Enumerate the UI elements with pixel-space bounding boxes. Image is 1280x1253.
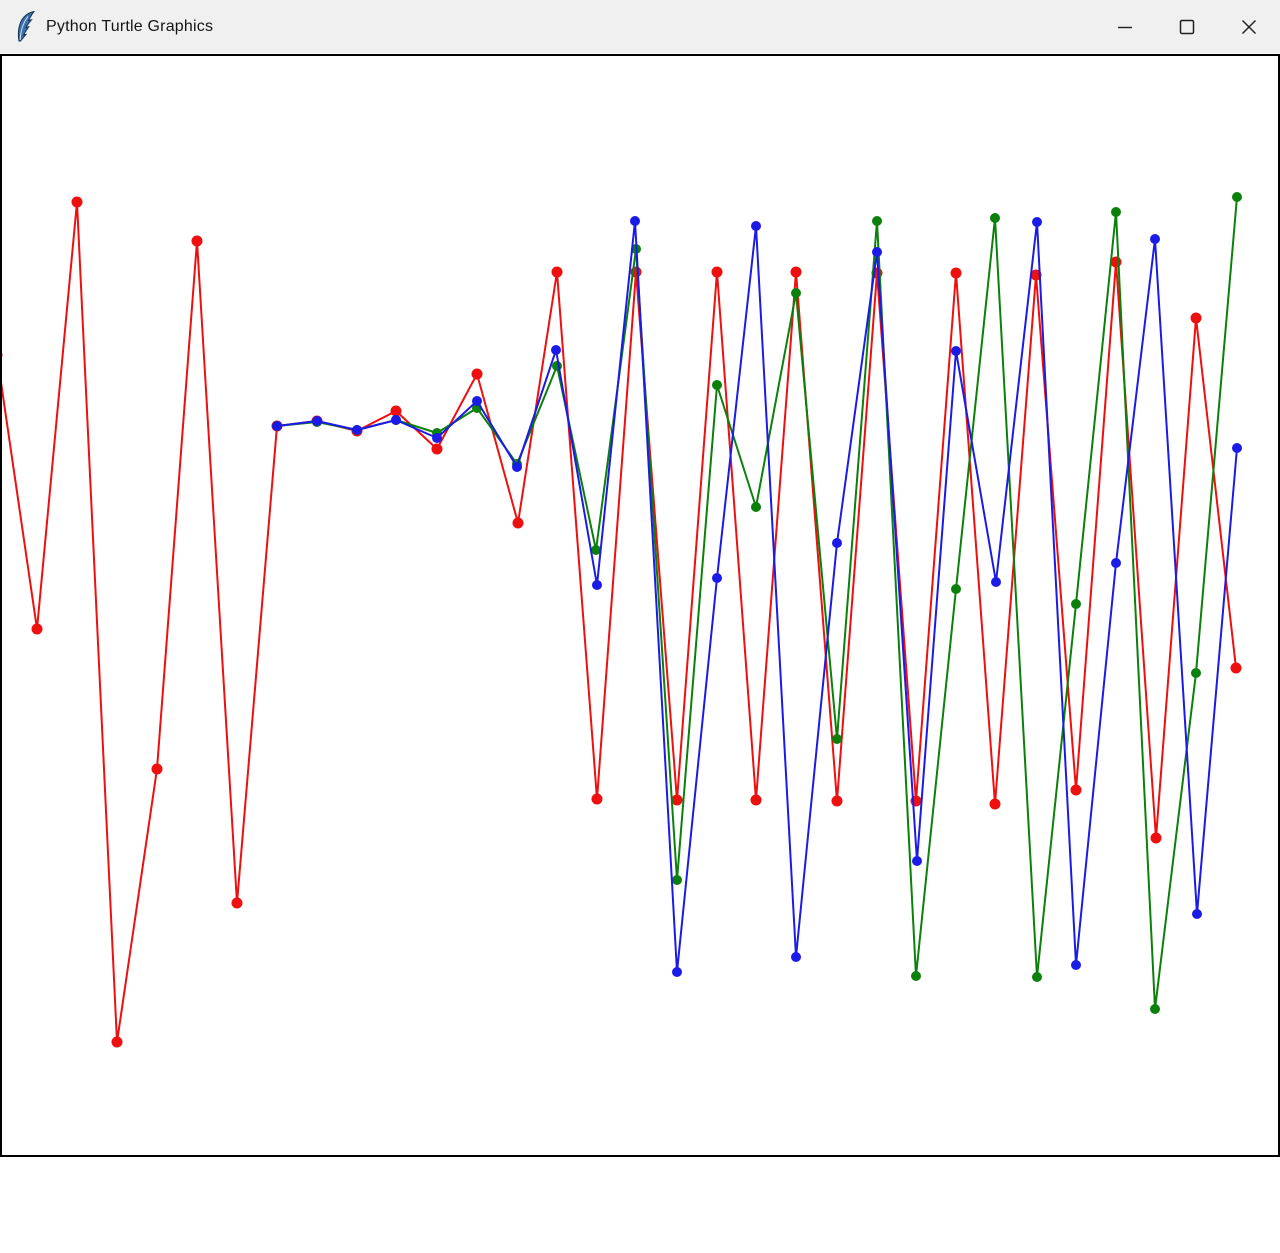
series-blue-marker — [1192, 909, 1202, 919]
series-blue-marker — [630, 216, 640, 226]
turtle-canvas-frame — [0, 54, 1280, 1157]
series-red-marker — [391, 406, 402, 417]
series-blue-marker — [312, 416, 322, 426]
series-blue-marker — [391, 415, 401, 425]
series-green-marker — [672, 875, 682, 885]
window-title: Python Turtle Graphics — [46, 18, 213, 36]
series-green-marker — [1150, 1004, 1160, 1014]
minimize-icon — [1115, 17, 1135, 37]
series-blue-marker — [592, 580, 602, 590]
series-blue-marker — [791, 952, 801, 962]
series-red-marker — [2, 350, 3, 361]
series-red-marker — [832, 796, 843, 807]
series-red-marker — [152, 764, 163, 775]
series-green-marker — [1191, 668, 1201, 678]
series-red-marker — [751, 795, 762, 806]
tk-feather-icon — [15, 11, 37, 43]
series-red-marker — [990, 799, 1001, 810]
series-red-marker — [791, 267, 802, 278]
series-blue-marker — [512, 462, 522, 472]
series-blue-marker — [272, 421, 282, 431]
series-red-marker — [112, 1037, 123, 1048]
window-controls — [1094, 0, 1280, 53]
series-green-marker — [951, 584, 961, 594]
series-blue-line — [277, 221, 1237, 972]
series-green-marker — [791, 288, 801, 298]
maximize-icon — [1177, 17, 1197, 37]
series-blue-marker — [832, 538, 842, 548]
series-green-marker — [1232, 192, 1242, 202]
series-blue-marker — [712, 573, 722, 583]
series-red-marker — [513, 518, 524, 529]
series-blue-marker — [1150, 234, 1160, 244]
series-blue-marker — [872, 247, 882, 257]
series-red-marker — [1231, 663, 1242, 674]
series-red-marker — [32, 624, 43, 635]
series-blue-marker — [1111, 558, 1121, 568]
series-blue-marker — [672, 967, 682, 977]
title-bar: Python Turtle Graphics — [0, 0, 1280, 53]
series-green-marker — [872, 216, 882, 226]
series-blue-marker — [432, 433, 442, 443]
series-blue-marker — [751, 221, 761, 231]
series-red-marker — [552, 267, 563, 278]
series-green-marker — [990, 213, 1000, 223]
series-red-marker — [232, 898, 243, 909]
series-red-marker — [672, 795, 683, 806]
series-red-marker — [592, 794, 603, 805]
minimize-button[interactable] — [1094, 0, 1156, 53]
series-blue-marker — [1071, 960, 1081, 970]
series-green-marker — [832, 734, 842, 744]
maximize-button[interactable] — [1156, 0, 1218, 53]
series-red-marker — [1191, 313, 1202, 324]
series-green-marker — [751, 502, 761, 512]
series-blue-marker — [912, 856, 922, 866]
series-blue-marker — [951, 346, 961, 356]
bottom-spacer — [0, 1157, 1280, 1253]
series-green-line — [277, 197, 1237, 1009]
series-blue-marker — [352, 425, 362, 435]
series-red-marker — [432, 444, 443, 455]
series-blue-marker — [551, 345, 561, 355]
series-blue-marker — [991, 577, 1001, 587]
series-red-marker — [72, 197, 83, 208]
series-red-marker — [472, 369, 483, 380]
series-red-marker — [951, 268, 962, 279]
series-red-marker — [192, 236, 203, 247]
close-button[interactable] — [1218, 0, 1280, 53]
series-green-marker — [1111, 207, 1121, 217]
series-green-marker — [1032, 972, 1042, 982]
series-green-marker — [1071, 599, 1081, 609]
turtle-canvas-svg — [2, 56, 1278, 1155]
series-red-marker — [1151, 833, 1162, 844]
series-green-marker — [712, 380, 722, 390]
series-blue-marker — [472, 396, 482, 406]
series-green-marker — [911, 971, 921, 981]
series-red-marker — [1071, 785, 1082, 796]
close-icon — [1239, 17, 1259, 37]
series-red-line — [2, 202, 1236, 1042]
series-red-marker — [712, 267, 723, 278]
series-blue-marker — [1032, 217, 1042, 227]
series-green-marker — [552, 361, 562, 371]
series-blue-marker — [1232, 443, 1242, 453]
